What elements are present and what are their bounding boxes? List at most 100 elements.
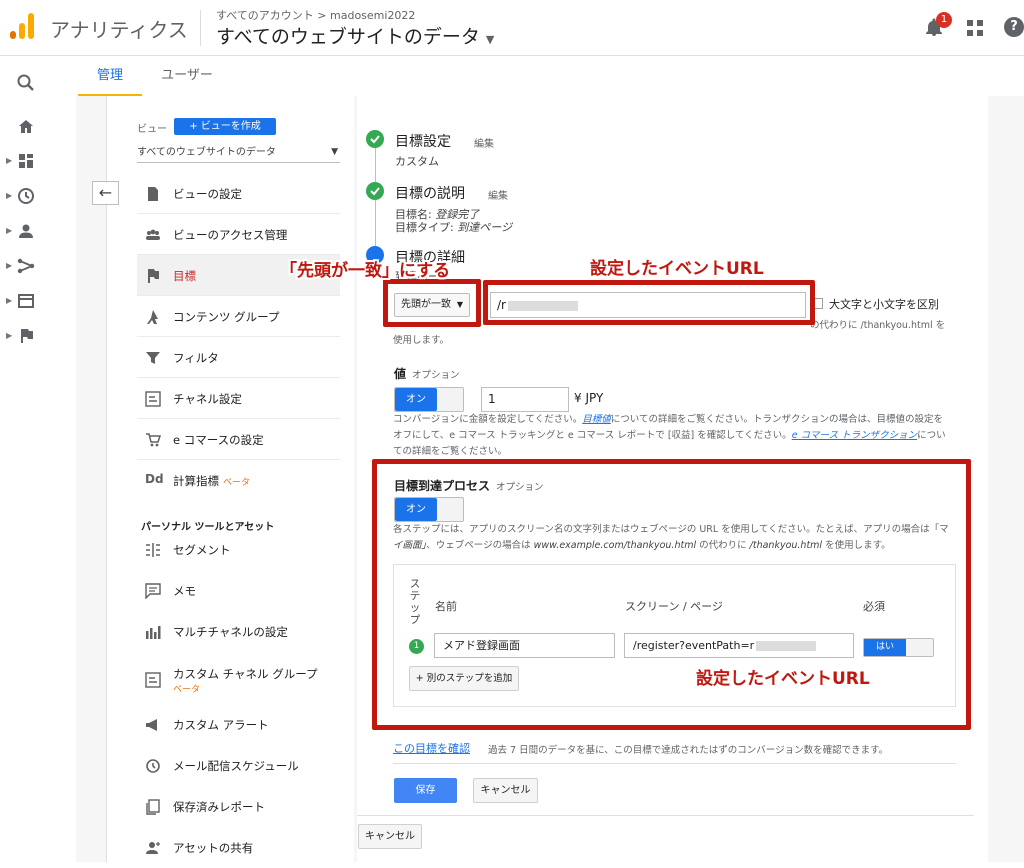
cancel-outer-button[interactable]: キャンセル [358, 824, 422, 849]
memo-icon [145, 583, 161, 599]
filter-icon [146, 352, 160, 364]
person-walk-icon [147, 310, 158, 324]
back-button[interactable]: ← [92, 181, 119, 205]
expand-arrow-icon[interactable]: ▶ [6, 226, 12, 235]
top-bar: アナリティクス すべてのアカウント > madosemi2022 すべてのウェブ… [0, 0, 1024, 56]
view-item-label: 目標 [173, 269, 196, 283]
view-item-content-groups[interactable]: コンテンツ グループ [137, 296, 340, 337]
expand-arrow-icon[interactable]: ▶ [6, 296, 12, 305]
property-selector[interactable]: すべてのウェブサイトのデータ ▼ [216, 22, 494, 49]
view-item-label: ビューのアクセス管理 [173, 228, 288, 242]
case-sensitive-label: 大文字と小文字を区別 [829, 298, 939, 311]
view-item-label: e コマースの設定 [173, 433, 264, 447]
behavior-icon[interactable] [16, 291, 36, 311]
step-connector [375, 200, 376, 252]
view-item-memo[interactable]: メモ [137, 570, 340, 611]
tab-user[interactable]: ユーザー [152, 56, 222, 96]
annotation-box-funnel [372, 459, 971, 730]
header-divider [200, 10, 201, 46]
view-item-label: 保存済みレポート [173, 800, 265, 814]
view-selector[interactable]: すべてのウェブサイトのデータ ▼ [137, 143, 340, 163]
segment-icon [146, 543, 160, 557]
view-item-filters[interactable]: フィルタ [137, 337, 340, 378]
share-person-icon [146, 842, 160, 854]
home-icon[interactable] [16, 117, 36, 137]
edit-goal-description-link[interactable]: 編集 [488, 187, 508, 202]
view-item-custom-channel-groups[interactable]: カスタム チャネル グループ ベータ [137, 652, 340, 704]
flag-icon[interactable] [16, 326, 36, 346]
dd-icon: Dd [145, 472, 164, 486]
view-item-calculated-metrics[interactable]: Dd 計算指標 ベータ [137, 460, 340, 501]
check-icon [366, 130, 384, 148]
view-item-label: フィルタ [173, 351, 219, 365]
save-button[interactable]: 保存 [394, 778, 457, 803]
view-item-label: アセットの共有 [173, 841, 254, 855]
verify-goal-link[interactable]: この目標を確認 [393, 740, 470, 756]
breadcrumb[interactable]: すべてのアカウント > madosemi2022 [216, 7, 415, 23]
view-item-segments[interactable]: セグメント [137, 529, 340, 570]
value-help-text: コンバージョンに金額を設定してください。目標値についての詳細をご覧ください。トラ… [393, 414, 946, 457]
left-rail [0, 56, 52, 862]
selected-view: すべてのウェブサイトのデータ [137, 147, 276, 158]
step-title-goal-setup: 目標設定 [395, 134, 451, 150]
apps-grid-icon[interactable] [966, 19, 984, 37]
view-item-ecommerce[interactable]: e コマースの設定 [137, 419, 340, 460]
beta-badge: ベータ [173, 685, 201, 695]
view-item-settings[interactable]: ビューの設定 [137, 173, 340, 214]
step-title-goal-description: 目標の説明 [395, 186, 465, 202]
cart-icon [146, 433, 161, 447]
expand-arrow-icon[interactable]: ▶ [6, 191, 12, 200]
copy-icon [146, 799, 160, 815]
goal-value-link[interactable]: 目標値 [582, 414, 611, 425]
view-item-channel-settings[interactable]: チャネル設定 [137, 378, 340, 419]
expand-arrow-icon[interactable]: ▶ [6, 261, 12, 270]
dashboard-icon[interactable] [16, 151, 36, 171]
channel-icon [145, 391, 161, 407]
expand-arrow-icon[interactable]: ▶ [6, 331, 12, 340]
app-name: アナリティクス [50, 18, 188, 42]
view-item-access[interactable]: ビューのアクセス管理 [137, 214, 340, 255]
cancel-button[interactable]: キャンセル [473, 778, 538, 803]
tab-admin[interactable]: 管理 [78, 56, 142, 96]
annotation-box-match-type [383, 279, 481, 327]
clock-icon[interactable] [16, 186, 36, 206]
acquisition-icon[interactable] [16, 256, 36, 276]
notification-badge: 1 [936, 12, 952, 28]
view-item-label: メール配信スケジュール [173, 759, 299, 773]
value-title: 値オプション [394, 367, 460, 381]
view-item-email-schedule[interactable]: メール配信スケジュール [137, 745, 340, 786]
view-item-label: コンテンツ グループ [173, 310, 280, 324]
annotation-event-url-bottom: 設定したイベントURL [696, 669, 870, 689]
view-item-label: マルチチャネルの設定 [173, 625, 288, 639]
channel-icon [145, 672, 161, 688]
annotation-match-type: 「先頭が一致」にする [280, 261, 451, 281]
goal-setup-value: カスタム [395, 155, 439, 168]
currency-label: ¥ JPY [574, 391, 604, 405]
help-icon[interactable]: ? [1004, 17, 1024, 37]
analytics-logo[interactable] [10, 13, 34, 39]
view-item-custom-alerts[interactable]: カスタム アラート [137, 704, 340, 745]
search-icon[interactable] [16, 73, 36, 93]
view-item-label: カスタム チャネル グループ [173, 667, 318, 681]
url-help-text-2: 使用します。 [393, 335, 450, 346]
clock-icon [146, 759, 160, 773]
value-amount-input[interactable]: 1 [481, 387, 569, 412]
view-label: ビュー [137, 124, 167, 135]
create-view-button[interactable]: + ビューを作成 [174, 118, 276, 135]
chevron-down-icon: ▼ [331, 147, 338, 157]
chevron-down-icon: ▼ [485, 33, 495, 46]
view-item-saved-reports[interactable]: 保存済みレポート [137, 786, 340, 827]
ecommerce-transaction-link[interactable]: e コマース トランザクション [792, 430, 917, 441]
view-item-label: ビューの設定 [173, 187, 242, 201]
view-item-multichannel[interactable]: マルチチャネルの設定 [137, 611, 340, 652]
person-icon[interactable] [16, 221, 36, 241]
value-toggle[interactable]: オン [394, 387, 464, 412]
view-item-label: カスタム アラート [173, 718, 269, 732]
people-icon [146, 229, 160, 240]
bar-chart-icon [146, 626, 161, 639]
optional-label: オプション [412, 370, 460, 381]
edit-goal-setup-link[interactable]: 編集 [474, 135, 494, 150]
verify-goal-description: 過去 7 日間のデータを基に、この目標で達成されたはずのコンバージョン数を確認で… [488, 745, 889, 756]
expand-arrow-icon[interactable]: ▶ [6, 156, 12, 165]
goal-type-line: 目標タイプ: 到達ページ [395, 221, 512, 234]
